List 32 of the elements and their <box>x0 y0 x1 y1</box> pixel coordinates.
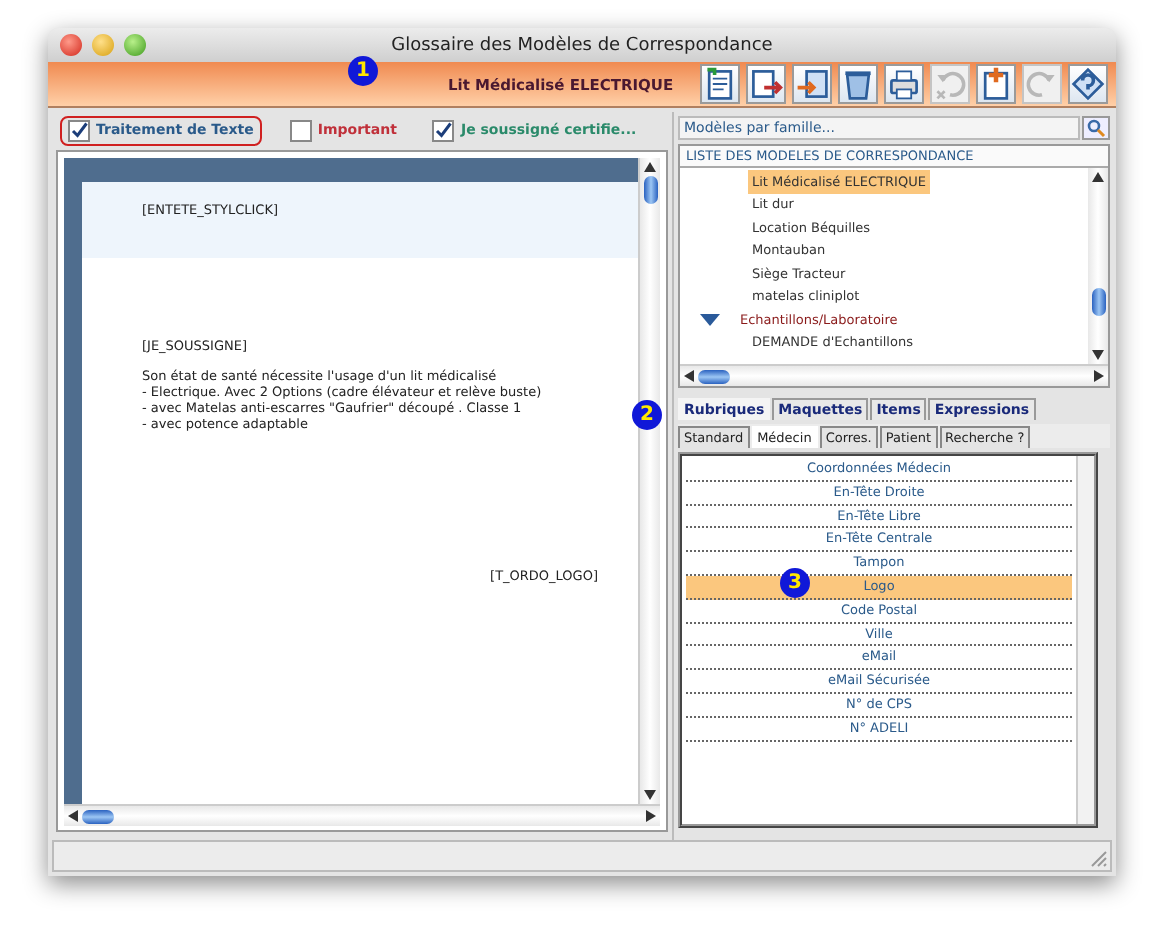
scroll-thumb[interactable] <box>643 176 657 204</box>
document-editor[interactable] <box>64 158 638 804</box>
scroll-thumb[interactable] <box>82 809 114 823</box>
document-button[interactable] <box>700 64 740 104</box>
horizontal-scrollbar[interactable] <box>680 364 1108 386</box>
resize-grip-icon[interactable] <box>1088 848 1108 868</box>
printer-button[interactable] <box>884 64 924 104</box>
window-title: Glossaire des Modèles de Correspondance <box>391 35 773 55</box>
scroll-thumb[interactable] <box>698 369 730 383</box>
checkmark-icon <box>70 121 88 139</box>
export-button[interactable] <box>746 64 786 104</box>
trash-button[interactable] <box>838 64 878 104</box>
scroll-down-arrow-icon[interactable] <box>642 786 658 802</box>
vertical-scrollbar[interactable] <box>638 158 660 804</box>
search-icon[interactable] <box>1082 116 1110 140</box>
scroll-down-arrow-icon[interactable] <box>1090 346 1106 362</box>
scroll-up-arrow-icon[interactable] <box>1090 170 1106 186</box>
scroll-up-arrow-icon[interactable] <box>642 160 658 176</box>
vertical-scrollbar[interactable] <box>1088 168 1108 364</box>
scroll-right-arrow-icon[interactable] <box>1090 368 1106 384</box>
scroll-left-arrow-icon[interactable] <box>66 808 82 824</box>
add-button[interactable] <box>976 64 1016 104</box>
disclosure-triangle-icon[interactable] <box>700 313 720 326</box>
vertical-scrollbar[interactable] <box>1076 456 1094 824</box>
checkmark-icon <box>434 121 453 139</box>
import-button[interactable] <box>792 64 832 104</box>
help-button[interactable] <box>1068 64 1108 104</box>
scroll-left-arrow-icon[interactable] <box>682 368 698 384</box>
scroll-thumb[interactable] <box>1091 287 1105 316</box>
close-button[interactable] <box>60 34 82 56</box>
horizontal-scrollbar[interactable] <box>64 804 660 826</box>
scroll-right-arrow-icon[interactable] <box>642 808 658 824</box>
